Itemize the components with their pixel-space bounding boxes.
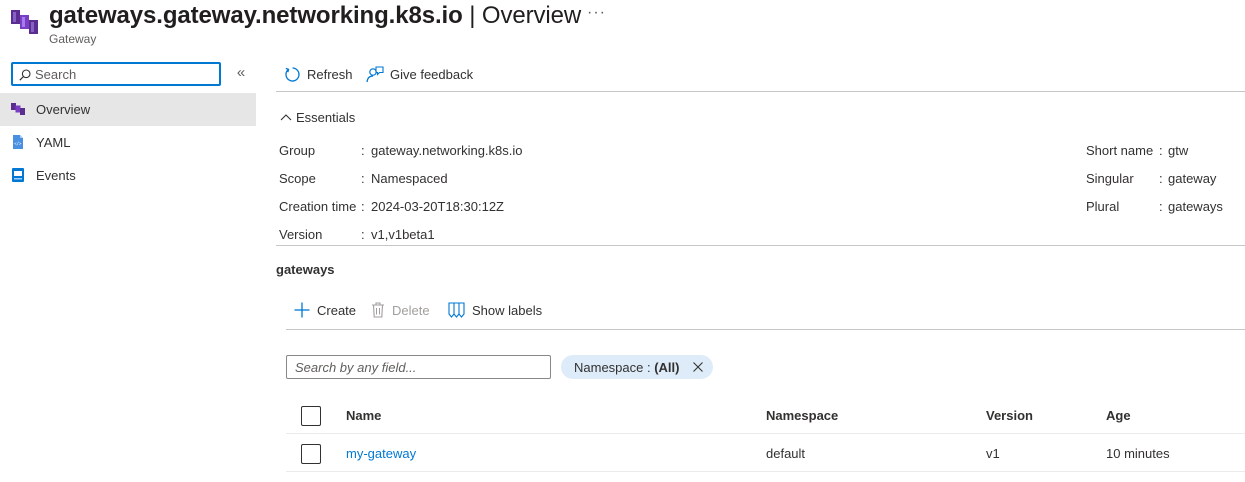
refresh-icon [285, 66, 300, 82]
feedback-icon [366, 65, 384, 82]
essentials-panel: Group : gateway.networking.k8s.io Scope … [276, 136, 1245, 246]
table-header-row: Name Namespace Version Age [286, 398, 1245, 434]
sidebar-item-label: YAML [36, 135, 71, 150]
sidebar-search[interactable] [11, 62, 221, 86]
filter-input[interactable] [295, 359, 540, 375]
create-button[interactable]: Create [294, 302, 356, 318]
essentials-colon: : [361, 171, 365, 186]
chevron-up-icon [280, 113, 292, 120]
feedback-label: Give feedback [390, 66, 474, 82]
show-labels-button[interactable]: Show labels [448, 302, 542, 318]
namespace-filter-pill[interactable]: Namespace : (All) [561, 355, 714, 379]
filter-box[interactable] [286, 355, 551, 379]
close-icon[interactable] [693, 362, 704, 372]
title-separator: | [462, 2, 482, 29]
page-header: gateways.gateway.networking.k8s.io | Ove… [10, 0, 710, 50]
gateway-resource-icon [11, 10, 38, 34]
essentials-key: Scope [279, 171, 316, 186]
refresh-button[interactable]: Refresh [284, 64, 353, 84]
essentials-value: v1,v1beta1 [371, 227, 435, 242]
namespace-pill-value: (All) [654, 359, 680, 375]
labels-icon [448, 302, 465, 318]
give-feedback-button[interactable]: Give feedback [366, 64, 473, 84]
collapse-sidebar-button[interactable]: « [232, 64, 250, 84]
resource-type: Gateway [49, 32, 97, 46]
svg-text:</>: </> [14, 141, 22, 146]
essentials-colon: : [361, 199, 365, 214]
essentials-key: Plural [1086, 199, 1120, 214]
sidebar-item-yaml[interactable]: </> YAML [0, 126, 256, 159]
column-header-namespace[interactable]: Namespace [766, 408, 838, 423]
sidebar-item-overview[interactable]: Overview [0, 93, 256, 126]
events-icon [12, 168, 24, 182]
essentials-value: Namespaced [371, 171, 448, 186]
essentials-key: Short name [1086, 143, 1154, 158]
refresh-label: Refresh [307, 66, 353, 82]
plus-icon [294, 302, 310, 318]
row-checkbox[interactable] [301, 444, 321, 464]
essentials-value: gateways [1168, 199, 1223, 214]
delete-button[interactable]: Delete [371, 302, 430, 318]
row-version: v1 [986, 446, 1000, 461]
column-header-name[interactable]: Name [346, 408, 381, 423]
namespace-pill-text: Namespace : (All) [574, 360, 679, 375]
essentials-value: gateway.networking.k8s.io [371, 143, 523, 158]
row-age: 10 minutes [1106, 446, 1170, 461]
page-title: gateways.gateway.networking.k8s.io | Ove… [49, 2, 581, 30]
essentials-colon: : [1159, 171, 1163, 186]
essentials-colon: : [1159, 199, 1163, 214]
essentials-value: gateway [1168, 171, 1217, 186]
list-toolbar: Create Delete Show labels [286, 292, 1245, 330]
sidebar-item-label: Overview [36, 102, 91, 117]
essentials-value: 2024-03-20T18:30:12Z [371, 199, 504, 214]
sidebar: « Overview </> YAML Events [0, 56, 256, 482]
more-options-button[interactable]: ··· [587, 4, 606, 22]
list-section-title: gateways [276, 262, 335, 277]
show-labels-label: Show labels [472, 302, 543, 318]
search-icon [19, 69, 31, 81]
delete-label: Delete [392, 302, 430, 318]
column-header-version[interactable]: Version [986, 408, 1033, 423]
table-row: my-gateway default v1 10 minutes [286, 436, 1245, 472]
essentials-toggle[interactable]: Essentials [280, 110, 355, 125]
essentials-colon: : [361, 143, 365, 158]
yaml-file-icon: </> [13, 135, 23, 149]
gateway-icon [11, 103, 25, 115]
essentials-label: Essentials [296, 110, 356, 125]
essentials-key: Version [279, 227, 323, 242]
essentials-value: gtw [1168, 143, 1189, 158]
essentials-key: Creation time [279, 199, 357, 214]
column-header-age[interactable]: Age [1106, 408, 1131, 423]
select-all-checkbox[interactable] [301, 406, 321, 426]
command-bar: Refresh Give feedback [276, 56, 1245, 92]
gateway-name-link[interactable]: my-gateway [346, 446, 416, 461]
sidebar-search-input[interactable] [35, 65, 215, 83]
essentials-key: Group [279, 143, 316, 158]
namespace-pill-label: Namespace : [574, 359, 655, 375]
sidebar-item-label: Events [36, 168, 76, 183]
essentials-colon: : [1159, 143, 1163, 158]
essentials-colon: : [361, 227, 365, 242]
sidebar-item-events[interactable]: Events [0, 159, 256, 192]
essentials-key: Singular [1086, 171, 1134, 186]
create-label: Create [317, 302, 357, 318]
page-name: Overview [481, 2, 582, 29]
resource-name: gateways.gateway.networking.k8s.io [49, 2, 463, 29]
trash-icon [372, 302, 384, 318]
row-namespace: default [766, 446, 806, 461]
